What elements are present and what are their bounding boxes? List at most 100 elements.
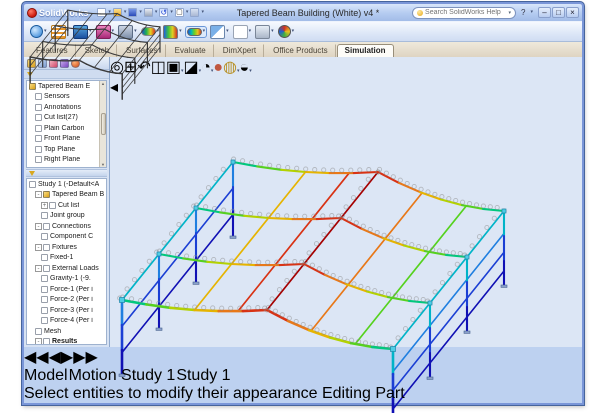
- tree-item-label: Right Plane: [44, 156, 80, 163]
- tree-item-label: Top Plane: [44, 146, 75, 153]
- study-tree-item[interactable]: Gravity-1 (-9.: [27, 274, 106, 285]
- tab-next-icon[interactable]: ▶: [61, 349, 73, 366]
- tab-prev-icon[interactable]: ◀: [49, 349, 61, 366]
- dropdown-caret-icon[interactable]: ▾: [292, 29, 295, 34]
- tree-item-label: Force-4 (Per i: [50, 317, 93, 324]
- close-button[interactable]: ×: [566, 7, 579, 18]
- dropdown-caret-icon[interactable]: ▾: [249, 29, 252, 34]
- tree-toggle-icon[interactable]: -: [35, 244, 42, 251]
- view-settings-icon[interactable]: ◒▾: [240, 59, 252, 76]
- document-tab-study-1[interactable]: Study 1: [176, 367, 230, 385]
- design-insight-icon: [255, 25, 270, 39]
- panel-splitter[interactable]: [26, 169, 107, 177]
- part-icon: [43, 191, 50, 198]
- report-button[interactable]: ▾: [233, 25, 252, 39]
- tree-item-label: Connections: [52, 223, 91, 230]
- window-controls: – □ ×: [538, 7, 579, 18]
- plot-results-button[interactable]: ▾: [186, 27, 207, 37]
- document-tab-model[interactable]: Model: [24, 367, 68, 385]
- plane-icon: [35, 156, 42, 163]
- study-tree-item[interactable]: -Tapered Beam B: [27, 190, 106, 201]
- tree-item-label: Results: [52, 338, 77, 345]
- study-tree-item[interactable]: Force-3 (Per i: [27, 305, 106, 316]
- tree-toggle-icon[interactable]: -: [35, 191, 42, 198]
- tab-dimxpert[interactable]: DimXpert: [215, 44, 264, 57]
- dropdown-caret-icon[interactable]: ▾: [170, 10, 173, 15]
- options-icon[interactable]: [190, 8, 199, 17]
- display-style-icon[interactable]: ◪▾: [184, 59, 202, 76]
- study-tree-item[interactable]: Study 1 (-Default<A: [27, 179, 106, 190]
- dropdown-caret-icon[interactable]: ▾: [179, 29, 182, 34]
- hide-show-items-icon: ◔: [201, 59, 211, 76]
- view-orientation-icon[interactable]: ▣▾: [166, 59, 184, 76]
- study-tree-item[interactable]: Force-2 (Per i: [27, 295, 106, 306]
- tab-simulation[interactable]: Simulation: [337, 44, 394, 57]
- dropdown-caret-icon[interactable]: ▾: [271, 29, 274, 34]
- wireframe-model: [24, 4, 164, 101]
- graphics-viewport[interactable]: ◎⊞↶◫▣▾◪▾◔▾●◍▾◒▾ ◂: [110, 57, 581, 347]
- study-tree-item[interactable]: - Connections: [27, 221, 106, 232]
- study-tree-item[interactable]: Joint group: [27, 211, 106, 222]
- hide-show-items-icon[interactable]: ◔▾: [201, 59, 213, 76]
- plot-results-icon: [187, 28, 202, 36]
- feature-tree-item[interactable]: Plain Carbon: [27, 123, 106, 134]
- search-box[interactable]: ▾: [412, 7, 516, 19]
- tab-office-products[interactable]: Office Products: [265, 44, 336, 57]
- tree-toggle-icon[interactable]: -: [35, 338, 42, 345]
- tree-toggle-icon[interactable]: -: [35, 265, 42, 272]
- study-tree-item[interactable]: -Fixtures: [27, 242, 106, 253]
- design-insight-button[interactable]: ▾: [255, 25, 274, 39]
- panel-collapse-tab[interactable]: ◂: [110, 77, 581, 97]
- dropdown-caret-icon[interactable]: ▾: [201, 10, 204, 15]
- help-button[interactable]: ?: [519, 8, 527, 17]
- tree-item-label: Mesh: [44, 328, 61, 335]
- tree-toggle-icon[interactable]: +: [41, 202, 48, 209]
- feature-tree-item[interactable]: Front Plane: [27, 134, 106, 145]
- dropdown-caret-icon[interactable]: ▾: [249, 68, 252, 74]
- study-tree-item[interactable]: Force-4 (Per i: [27, 316, 106, 327]
- tab-evaluate[interactable]: Evaluate: [167, 44, 214, 57]
- search-input[interactable]: [425, 9, 506, 16]
- tree-item-label: Cut list: [58, 202, 79, 209]
- document-tabs-bar: ◀◀◀▶▶▶ ModelMotion Study 1Study 1: [24, 347, 582, 385]
- dropdown-caret-icon[interactable]: ▾: [203, 29, 206, 34]
- help-caret-icon[interactable]: ▾: [530, 10, 533, 15]
- search-caret-icon[interactable]: ▾: [509, 10, 512, 16]
- study-tree-item[interactable]: Component C: [27, 232, 106, 243]
- apply-scene-icon[interactable]: ◍▾: [223, 59, 239, 76]
- folder-icon: [49, 202, 56, 209]
- study-tree-item[interactable]: Force-1 (Per i: [27, 284, 106, 295]
- force-icon: [41, 307, 48, 314]
- tree-item-label: Force-1 (Per i: [50, 286, 93, 293]
- force-icon: [41, 286, 48, 293]
- tree-toggle-icon[interactable]: -: [35, 223, 42, 230]
- feature-tree-item[interactable]: Annotations: [27, 102, 106, 113]
- dropdown-caret-icon[interactable]: ▾: [186, 10, 189, 15]
- tab-first-icon[interactable]: ◀◀: [24, 349, 49, 366]
- study-tree-item[interactable]: + Cut list: [27, 200, 106, 211]
- dropdown-caret-icon[interactable]: ▾: [226, 29, 229, 34]
- select-icon[interactable]: ▢: [175, 8, 184, 17]
- tree-item-label: Gravity-1 (-9.: [50, 275, 91, 282]
- screenshot: SolidWorks ▾▾▾▾↺▾▢▾▾ Tapered Beam Buildi…: [0, 0, 600, 413]
- minimize-button[interactable]: –: [538, 7, 551, 18]
- feature-tree-item[interactable]: Cut list(27): [27, 113, 106, 124]
- scroll-down-icon[interactable]: ▼: [101, 162, 105, 167]
- results-icon: [43, 338, 50, 345]
- results-advisor-button[interactable]: ▾: [163, 25, 182, 39]
- document-tab-motion-study-1[interactable]: Motion Study 1: [69, 367, 176, 385]
- maximize-button[interactable]: □: [552, 7, 565, 18]
- tab-last-icon[interactable]: ▶▶: [73, 349, 98, 366]
- study-tree-item[interactable]: -External Loads: [27, 263, 106, 274]
- plane-icon: [35, 135, 42, 142]
- edit-appearance-icon[interactable]: ●: [213, 59, 223, 76]
- feature-tree-item[interactable]: Top Plane: [27, 144, 106, 155]
- study-tree-item[interactable]: Fixed-1: [27, 253, 106, 264]
- scroll-thumb[interactable]: [101, 113, 106, 135]
- headsup-view-toolbar: ◎⊞↶◫▣▾◪▾◔▾●◍▾◒▾: [110, 57, 581, 77]
- study-tree-item[interactable]: Mesh: [27, 326, 106, 337]
- compare-results-button[interactable]: ▾: [210, 25, 229, 39]
- feature-tree-item[interactable]: Right Plane: [27, 155, 106, 166]
- offloaded-simulation-button[interactable]: ▾: [278, 25, 295, 38]
- study-tree-item[interactable]: - Results: [27, 337, 106, 346]
